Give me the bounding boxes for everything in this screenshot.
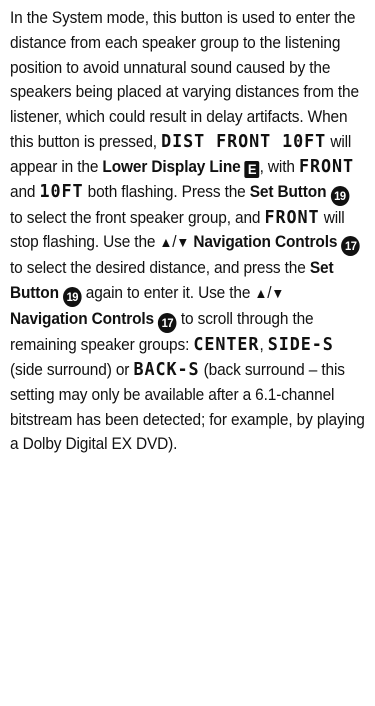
body-text: In the System mode, this button is used … — [10, 8, 359, 151]
body-text: to select the front speaker group, and — [10, 207, 265, 227]
body-text: again to enter it. Use the — [81, 283, 255, 303]
set-button-term: Set Button — [249, 181, 327, 201]
lcd-text-dist-front-10ft: DIST FRONT 10FT — [161, 130, 327, 152]
down-arrow-icon: ▼ — [176, 234, 190, 251]
lcd-text-center: CENTER — [193, 334, 260, 356]
body-text: both flashing. Press the — [83, 181, 250, 201]
lower-display-line-term: Lower Display Line — [102, 156, 241, 176]
navigation-controls-term: Navigation Controls — [10, 309, 154, 329]
navigation-controls-term: Navigation Controls — [193, 232, 338, 252]
lcd-text-back-s: BACK-S — [133, 358, 200, 380]
body-text: to select the desired distance, and pres… — [10, 258, 310, 278]
up-arrow-icon: ▲ — [254, 285, 268, 302]
lcd-text-10ft: 10FT — [39, 180, 84, 202]
down-arrow-icon: ▼ — [271, 285, 285, 302]
body-text: , — [259, 335, 268, 355]
body-text: (side surround) or — [10, 359, 134, 379]
manual-page: In the System mode, this button is used … — [0, 0, 375, 706]
distance-setting-paragraph: In the System mode, this button is used … — [10, 6, 365, 457]
lcd-text-side-s: SIDE-S — [267, 334, 334, 356]
callout-e-icon: E — [244, 160, 260, 178]
body-text: and — [10, 181, 40, 201]
callout-17-icon: 17 — [341, 236, 361, 257]
callout-17-icon: 17 — [158, 313, 177, 334]
callout-19-icon: 19 — [63, 287, 82, 308]
up-arrow-icon: ▲ — [159, 234, 173, 251]
callout-19-icon: 19 — [330, 185, 350, 206]
body-text: , with — [259, 156, 299, 176]
lcd-text-front: FRONT — [298, 155, 354, 177]
lcd-text-front: FRONT — [264, 206, 320, 228]
